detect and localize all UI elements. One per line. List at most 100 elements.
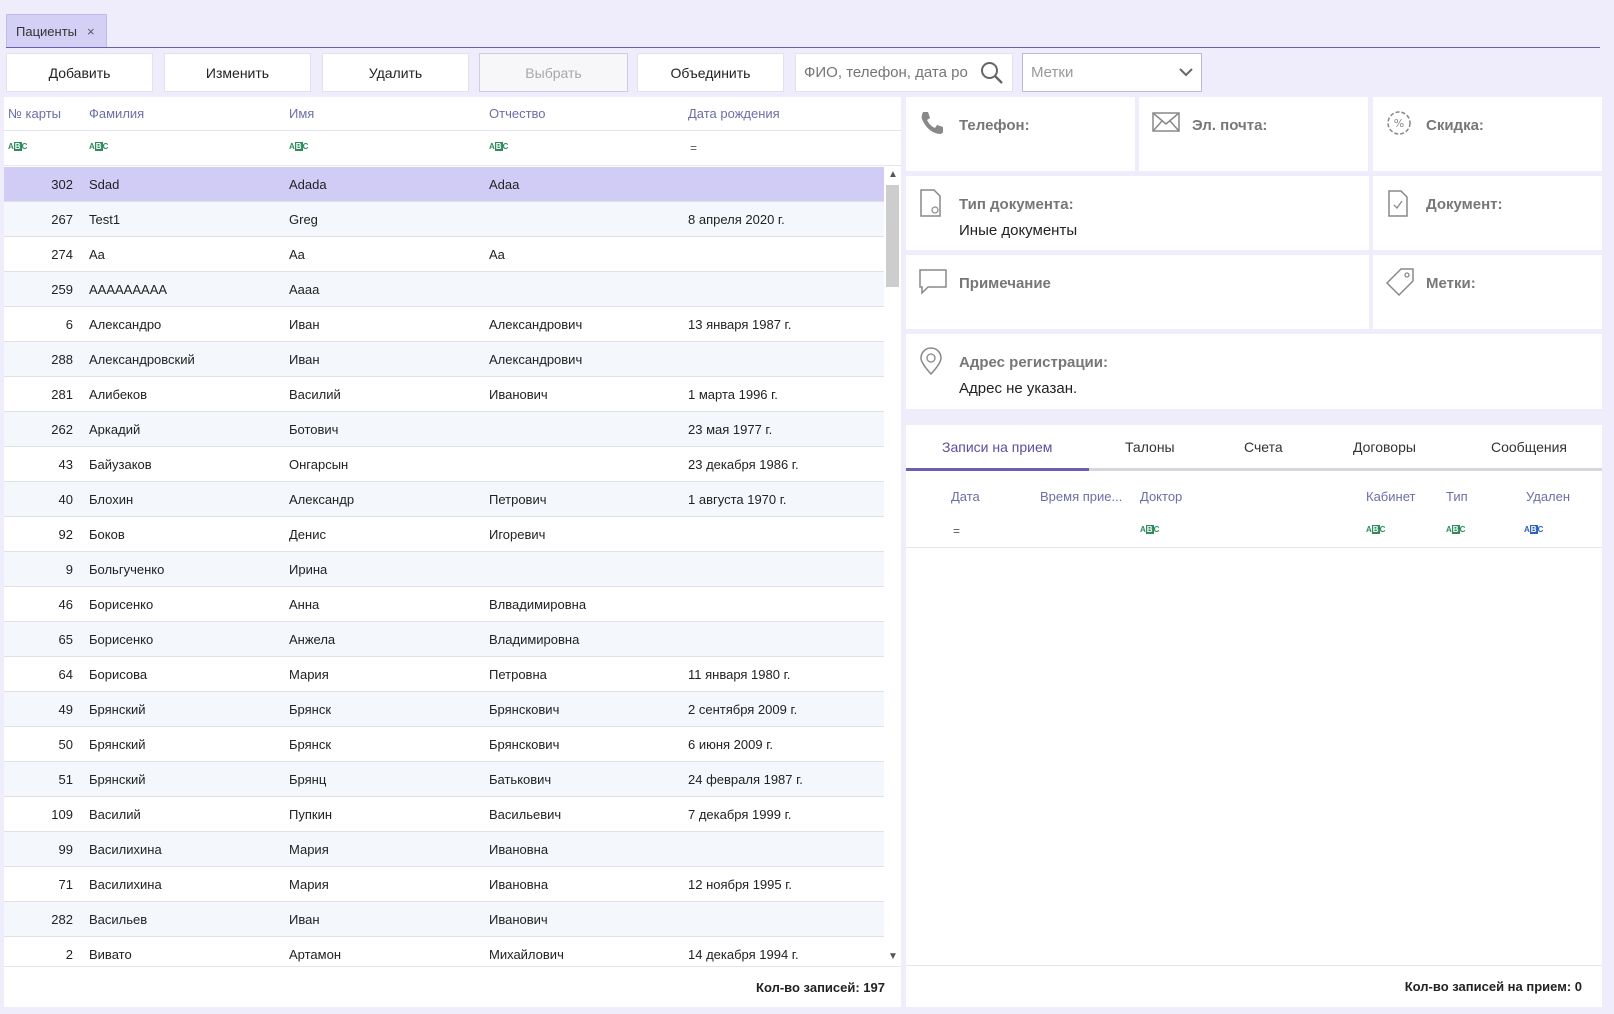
tags-dropdown[interactable]: Метки: [1022, 53, 1202, 92]
header-middle-name[interactable]: Отчество: [489, 106, 546, 121]
search-icon[interactable]: [980, 61, 1004, 90]
delete-button[interactable]: Удалить: [322, 53, 469, 92]
cell-card-number: 2: [65, 947, 73, 962]
cell-birth-date: 13 января 1987 г.: [688, 317, 792, 332]
patients-grid: № карты Фамилия Имя Отчество Дата рожден…: [4, 97, 901, 1007]
table-row[interactable]: 65 Борисенко Анжела Владимировна: [4, 622, 884, 657]
header-deleted[interactable]: Удален: [1526, 489, 1570, 504]
table-row[interactable]: 43 Байузаков Онгарсын 23 декабря 1986 г.: [4, 447, 884, 482]
table-row[interactable]: 49 Брянский Брянск Брянскович 2 сентября 200…: [4, 692, 884, 727]
cell-first-name: Брянц: [289, 772, 327, 787]
header-type[interactable]: Тип: [1446, 489, 1468, 504]
address-value: Адрес не указан.: [959, 380, 1078, 397]
add-button[interactable]: Добавить: [6, 53, 153, 92]
text-filter-icon[interactable]: ABC: [489, 142, 508, 151]
grid-filter-row: ABC ABC ABC ABC =: [4, 131, 901, 166]
text-filter-icon[interactable]: ABC: [1366, 525, 1385, 534]
table-row[interactable]: 2 Вивато Артамон Михайлович 14 декабря 1994 …: [4, 937, 884, 964]
table-row[interactable]: 267 Test1 Greg 8 апреля 2020 г.: [4, 202, 884, 237]
tab-appointments[interactable]: Записи на прием: [942, 439, 1052, 455]
table-row[interactable]: 6 Александро Иван Александрович 13 января 19…: [4, 307, 884, 342]
table-row[interactable]: 9 Больгученко Ирина: [4, 552, 884, 587]
cell-last-name: Василихина: [89, 877, 162, 892]
discount-icon: %: [1385, 109, 1413, 142]
select-button[interactable]: Выбрать: [479, 53, 628, 92]
table-row[interactable]: 51 Брянский Брянц Батькович 24 февраля 1987 …: [4, 762, 884, 797]
cell-card-number: 71: [58, 877, 73, 892]
document-check-icon: [1385, 188, 1411, 223]
tab-coupons[interactable]: Талоны: [1125, 439, 1175, 455]
header-last-name[interactable]: Фамилия: [89, 106, 144, 121]
merge-button[interactable]: Объединить: [637, 53, 784, 92]
grid-scrollbar[interactable]: ▲ ▼: [884, 167, 901, 964]
table-row[interactable]: 64 Борисова Мария Петровна 11 января 1980 г.: [4, 657, 884, 692]
cell-last-name: Александровский: [89, 352, 195, 367]
table-row[interactable]: 109 Василий Пупкин Васильевич 7 декабря 1999…: [4, 797, 884, 832]
table-row[interactable]: 282 Васильев Иван Иванович: [4, 902, 884, 937]
table-row[interactable]: 71 Василихина Мария Ивановна 12 ноября 1995 …: [4, 867, 884, 902]
header-doctor[interactable]: Доктор: [1140, 489, 1182, 504]
comment-icon: [918, 267, 948, 302]
appointments-footer: Кол-во записей на прием: 0: [906, 965, 1602, 1007]
header-card-number[interactable]: № карты: [8, 106, 61, 121]
table-row[interactable]: 274 Aa Aa Aa: [4, 237, 884, 272]
appointments-tabs: Записи на прием Талоны Счета Договоры Со…: [906, 425, 1602, 471]
phone-card: Телефон:: [906, 97, 1135, 171]
text-filter-icon[interactable]: ABC: [1140, 525, 1159, 534]
cell-middle-name: Ивановна: [489, 842, 549, 857]
cell-card-number: 267: [51, 212, 73, 227]
cell-last-name: Блохин: [89, 492, 134, 507]
table-row[interactable]: 50 Брянский Брянск Брянскович 6 июня 2009 г.: [4, 727, 884, 762]
scroll-up-icon[interactable]: ▲: [888, 169, 898, 180]
header-time[interactable]: Время прие...: [1040, 489, 1122, 504]
text-filter-icon[interactable]: ABC: [8, 142, 27, 151]
appointments-count: Кол-во записей на прием: 0: [1404, 979, 1582, 994]
cell-first-name: Анжела: [289, 632, 336, 647]
table-row[interactable]: 262 Аркадий Ботович 23 мая 1977 г.: [4, 412, 884, 447]
bool-filter-icon[interactable]: ABC: [1524, 525, 1543, 534]
table-row[interactable]: 99 Василихина Мария Ивановна: [4, 832, 884, 867]
document-type-value: Иные документы: [959, 222, 1078, 239]
cell-first-name: Пупкин: [289, 807, 333, 822]
text-filter-icon[interactable]: ABC: [89, 142, 108, 151]
document-type-card: Тип документа: Иные документы: [906, 176, 1369, 250]
scroll-down-icon[interactable]: ▼: [888, 951, 898, 962]
cell-card-number: 49: [58, 702, 73, 717]
tab-messages[interactable]: Сообщения: [1491, 439, 1567, 455]
equals-filter-icon[interactable]: =: [953, 525, 960, 537]
cell-first-name: Aa: [289, 247, 305, 262]
header-cabinet[interactable]: Кабинет: [1366, 489, 1415, 504]
table-row[interactable]: 92 Боков Денис Игоревич: [4, 517, 884, 552]
records-count: Кол-во записей: 197: [756, 980, 885, 995]
table-row[interactable]: 281 Алибеков Василий Иванович 1 марта 1996 г…: [4, 377, 884, 412]
table-row[interactable]: 288 Александровский Иван Александрович: [4, 342, 884, 377]
text-filter-icon[interactable]: ABC: [289, 142, 308, 151]
table-row[interactable]: 40 Блохин Александр Петрович 1 августа 1970 …: [4, 482, 884, 517]
table-row[interactable]: 259 AAAAAAAAA Aaaa: [4, 272, 884, 307]
cell-last-name: Брянский: [89, 702, 146, 717]
tab-patients[interactable]: Пациенты ×: [6, 14, 107, 48]
tab-contracts[interactable]: Договоры: [1353, 439, 1416, 455]
scroll-thumb[interactable]: [886, 185, 899, 287]
tab-invoices[interactable]: Счета: [1244, 439, 1283, 455]
equals-filter-icon[interactable]: =: [690, 142, 697, 154]
cell-middle-name: Брянскович: [489, 737, 560, 752]
cell-middle-name: Иванович: [489, 912, 548, 927]
edit-button[interactable]: Изменить: [164, 53, 311, 92]
table-row[interactable]: 46 Борисенко Анна Влвадимировна: [4, 587, 884, 622]
search-input[interactable]: [796, 54, 976, 91]
header-date[interactable]: Дата: [951, 489, 980, 504]
header-first-name[interactable]: Имя: [289, 106, 314, 121]
cell-birth-date: 23 декабря 1986 г.: [688, 457, 799, 472]
header-birth-date[interactable]: Дата рождения: [688, 106, 780, 121]
text-filter-icon[interactable]: ABC: [1446, 525, 1465, 534]
document-card: Документ:: [1373, 176, 1602, 250]
cell-card-number: 282: [51, 912, 73, 927]
chevron-down-icon: [1179, 65, 1193, 83]
cell-last-name: Вивато: [89, 947, 132, 962]
cell-middle-name: Батькович: [489, 772, 552, 787]
cell-first-name: Денис: [289, 527, 326, 542]
table-row[interactable]: 302 Sdad Adada Adaa: [4, 167, 884, 202]
close-icon[interactable]: ×: [87, 24, 95, 39]
grid-footer: Кол-во записей: 197: [4, 966, 901, 1007]
